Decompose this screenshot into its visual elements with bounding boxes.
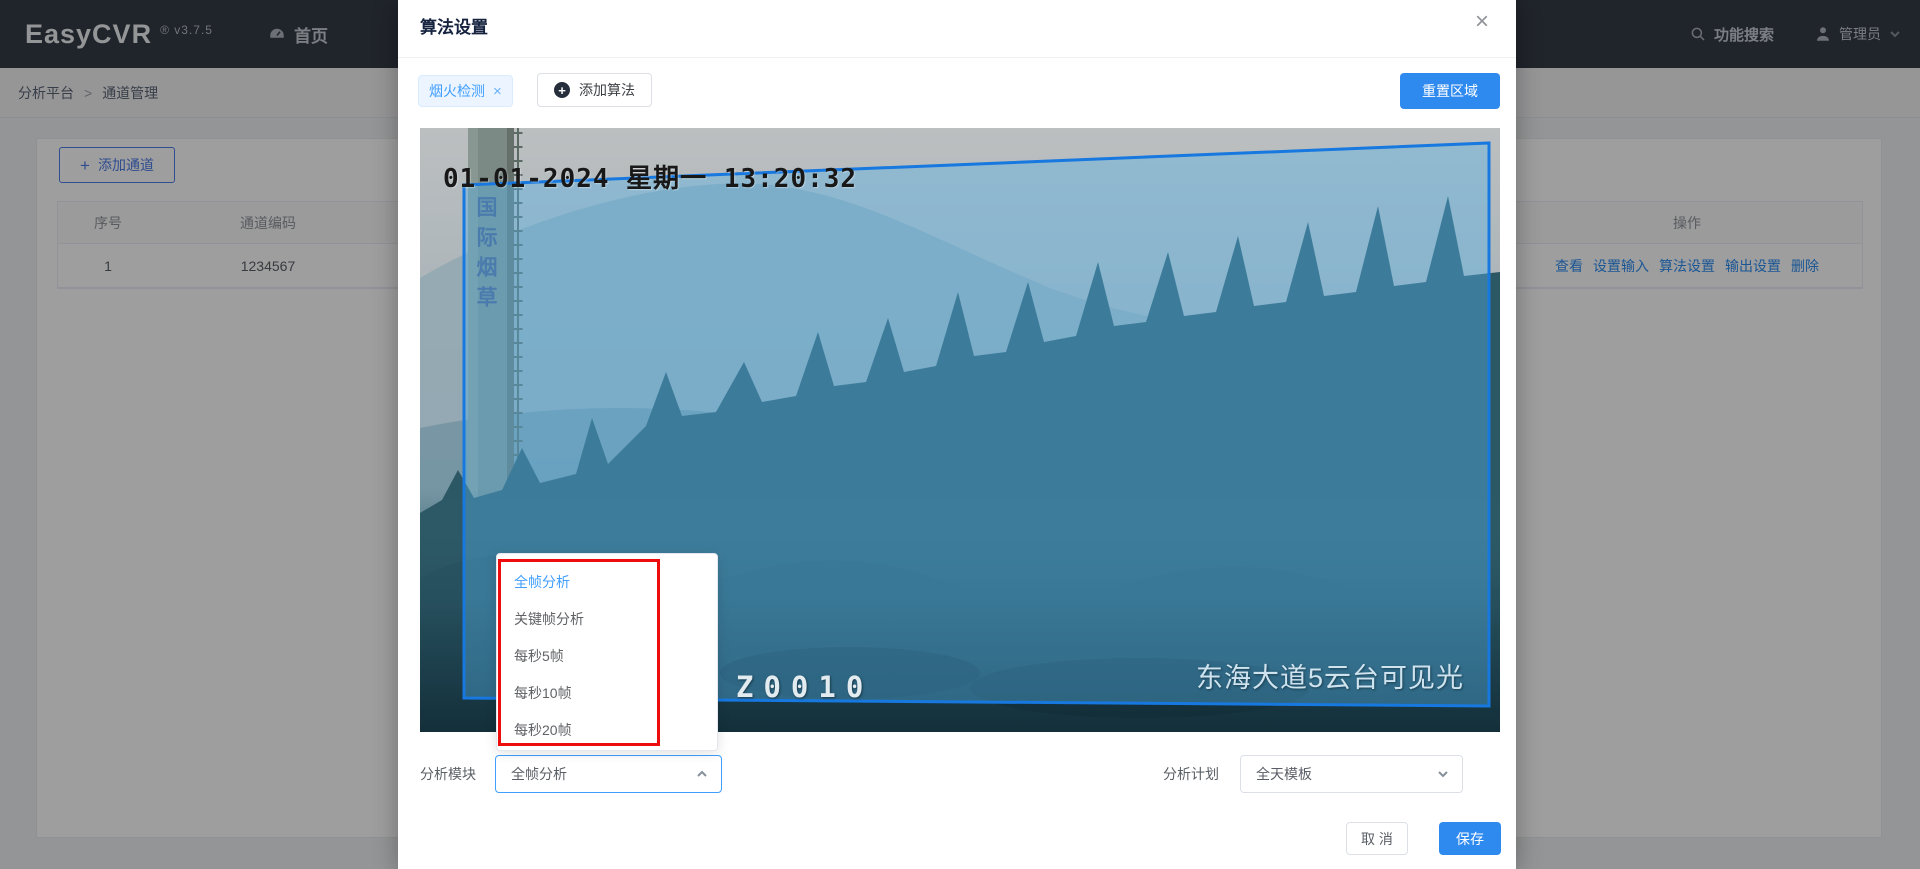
circle-plus-icon: + (554, 82, 570, 98)
analysis-plan-value: 全天模板 (1256, 764, 1312, 784)
analysis-plan-select[interactable]: 全天模板 (1240, 755, 1463, 793)
dropdown-option-keyframe[interactable]: 关键帧分析 (497, 601, 717, 638)
analysis-plan-label: 分析计划 (1163, 764, 1219, 784)
algorithm-settings-dialog: 算法设置 × 烟火检测 × + 添加算法 重置区域 (398, 0, 1516, 869)
osd-camera-code: Z0010 (736, 670, 873, 704)
osd-camera-name: 东海大道5云台可见光 (1196, 656, 1464, 695)
analysis-module-value: 全帧分析 (511, 764, 567, 784)
chimney-text: 国际烟草 (470, 196, 500, 316)
osd-timestamp: 01-01-2024 星期一 13:20:32 (443, 158, 857, 195)
analysis-module-dropdown: 全帧分析 关键帧分析 每秒5帧 每秒10帧 每秒20帧 (496, 553, 718, 751)
cancel-button[interactable]: 取 消 (1346, 822, 1408, 855)
analysis-module-label: 分析模块 (420, 764, 476, 784)
save-button[interactable]: 保存 (1439, 822, 1501, 855)
add-algorithm-label: 添加算法 (579, 80, 635, 100)
dropdown-option-5fps[interactable]: 每秒5帧 (497, 638, 717, 675)
add-algorithm-button[interactable]: + 添加算法 (537, 73, 652, 107)
close-icon[interactable]: × (1464, 4, 1500, 40)
chevron-up-icon (695, 767, 709, 781)
algorithm-tag-fire-smoke[interactable]: 烟火检测 × (418, 75, 513, 107)
dropdown-option-10fps[interactable]: 每秒10帧 (497, 675, 717, 712)
dialog-title: 算法设置 (420, 13, 488, 38)
tag-close-icon[interactable]: × (493, 83, 502, 100)
algorithm-tag-label: 烟火检测 (429, 81, 485, 101)
dropdown-option-20fps[interactable]: 每秒20帧 (497, 712, 717, 749)
chevron-down-icon (1436, 767, 1450, 781)
analysis-module-select[interactable]: 全帧分析 (495, 755, 722, 793)
header-divider (398, 57, 1516, 58)
dropdown-option-full-frame[interactable]: 全帧分析 (497, 564, 717, 601)
reset-region-button[interactable]: 重置区域 (1400, 73, 1500, 109)
